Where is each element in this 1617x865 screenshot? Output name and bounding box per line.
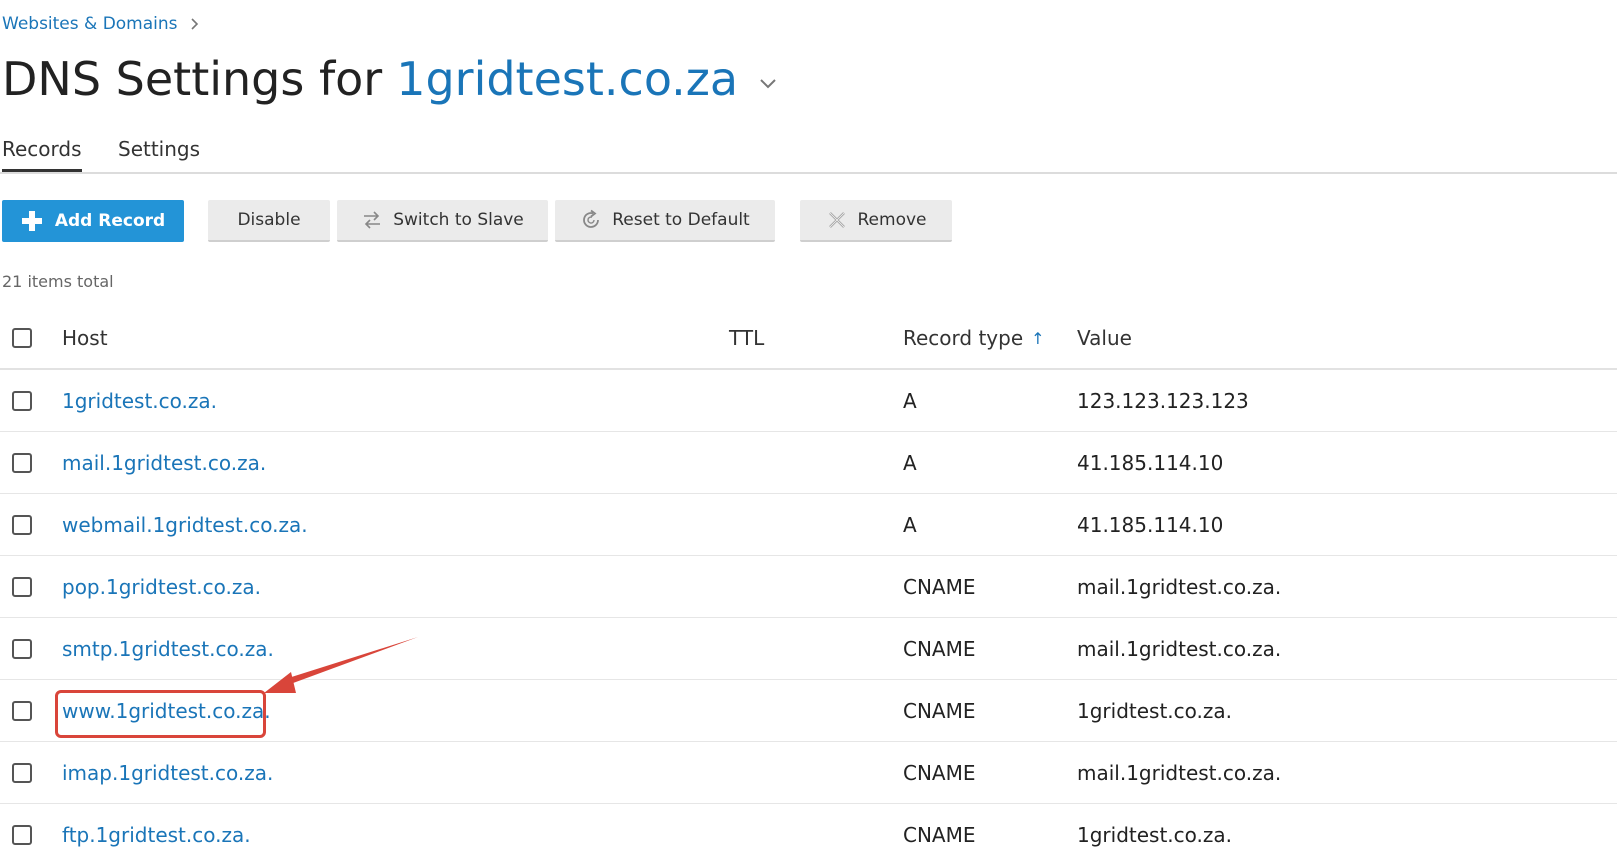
plus-icon: [21, 211, 42, 231]
record-type-cell: CNAME: [903, 574, 976, 599]
remove-x-icon: [828, 212, 845, 228]
table-row: imap.1gridtest.co.za. CNAME mail.1gridte…: [0, 742, 1617, 804]
record-type-cell: CNAME: [903, 636, 976, 661]
remove-label: Remove: [857, 210, 927, 230]
column-header-record-type[interactable]: Record type ↑: [903, 308, 1045, 368]
row-checkbox[interactable]: [12, 576, 32, 597]
dns-settings-page: Websites & Domains DNS Settings for 1gri…: [0, 0, 1617, 865]
reset-to-default-label: Reset to Default: [612, 210, 750, 230]
reset-icon: [583, 209, 600, 228]
tab-bar: Records Settings: [0, 128, 1617, 174]
add-record-label: Add Record: [54, 211, 166, 231]
breadcrumb-link-websites-domains[interactable]: Websites & Domains: [2, 14, 178, 34]
tab-records[interactable]: Records: [2, 128, 82, 172]
host-link-www[interactable]: www.1gridtest.co.za.: [62, 699, 271, 723]
disable-button[interactable]: Disable: [208, 200, 330, 242]
host-link[interactable]: 1gridtest.co.za.: [62, 389, 217, 413]
record-type-cell: CNAME: [903, 822, 976, 847]
value-cell: 1gridtest.co.za.: [1077, 822, 1233, 847]
table-row: pop.1gridtest.co.za. CNAME mail.1gridtes…: [0, 556, 1617, 618]
row-checkbox[interactable]: [12, 514, 32, 535]
table-row: www.1gridtest.co.za. CNAME 1gridtest.co.…: [0, 680, 1617, 742]
reset-to-default-button[interactable]: Reset to Default: [555, 200, 775, 242]
record-type-cell: CNAME: [903, 698, 976, 723]
sort-ascending-icon: ↑: [1031, 328, 1045, 348]
value-cell: 41.185.114.10: [1077, 450, 1224, 475]
record-type-cell: CNAME: [903, 760, 976, 785]
host-link[interactable]: webmail.1gridtest.co.za.: [62, 513, 308, 537]
chevron-down-icon[interactable]: [758, 77, 778, 91]
value-cell: mail.1gridtest.co.za.: [1077, 574, 1282, 599]
select-all-cell: [12, 308, 32, 368]
value-cell: 41.185.114.10: [1077, 512, 1224, 537]
row-checkbox[interactable]: [12, 638, 32, 659]
remove-button[interactable]: Remove: [800, 200, 952, 242]
table-header: Host TTL Record type ↑ Value: [0, 308, 1617, 370]
table-row: smtp.1gridtest.co.za. CNAME mail.1gridte…: [0, 618, 1617, 680]
disable-label: Disable: [237, 210, 301, 230]
record-type-cell: A: [903, 512, 917, 537]
column-header-host[interactable]: Host: [62, 308, 108, 368]
value-cell: mail.1gridtest.co.za.: [1077, 636, 1282, 661]
row-checkbox[interactable]: [12, 700, 32, 721]
row-checkbox[interactable]: [12, 452, 32, 473]
page-title: DNS Settings for 1gridtest.co.za: [2, 46, 778, 112]
row-checkbox[interactable]: [12, 824, 32, 845]
host-link[interactable]: imap.1gridtest.co.za.: [62, 761, 273, 785]
page-title-domain[interactable]: 1gridtest.co.za: [396, 52, 738, 106]
select-all-checkbox[interactable]: [12, 328, 32, 348]
value-cell: mail.1gridtest.co.za.: [1077, 760, 1282, 785]
items-total: 21 items total: [2, 272, 114, 291]
value-cell: 123.123.123.123: [1077, 388, 1249, 413]
table-row: webmail.1gridtest.co.za. A 41.185.114.10: [0, 494, 1617, 556]
switch-to-slave-label: Switch to Slave: [393, 210, 524, 230]
dns-records-table: Host TTL Record type ↑ Value 1gridtest.c…: [0, 308, 1617, 865]
add-record-button[interactable]: Add Record: [2, 200, 184, 242]
breadcrumb: Websites & Domains: [2, 12, 202, 36]
row-checkbox[interactable]: [12, 762, 32, 783]
row-checkbox[interactable]: [12, 390, 32, 411]
chevron-right-icon: [190, 18, 198, 30]
host-link[interactable]: mail.1gridtest.co.za.: [62, 451, 266, 475]
table-row: mail.1gridtest.co.za. A 41.185.114.10: [0, 432, 1617, 494]
record-type-cell: A: [903, 450, 917, 475]
tab-settings[interactable]: Settings: [118, 128, 200, 170]
switch-to-slave-button[interactable]: Switch to Slave: [337, 200, 548, 242]
switch-arrows-icon: [364, 211, 381, 229]
host-link[interactable]: pop.1gridtest.co.za.: [62, 575, 261, 599]
host-link[interactable]: smtp.1gridtest.co.za.: [62, 637, 274, 661]
record-type-cell: A: [903, 388, 917, 413]
column-header-value[interactable]: Value: [1077, 308, 1132, 368]
page-title-prefix: DNS Settings for: [2, 52, 383, 106]
host-link[interactable]: ftp.1gridtest.co.za.: [62, 823, 251, 847]
column-header-record-type-label: Record type: [903, 326, 1024, 350]
value-cell: 1gridtest.co.za.: [1077, 698, 1233, 723]
table-row: 1gridtest.co.za. A 123.123.123.123: [0, 370, 1617, 432]
column-header-ttl[interactable]: TTL: [729, 308, 764, 368]
table-row: ftp.1gridtest.co.za. CNAME 1gridtest.co.…: [0, 804, 1617, 865]
